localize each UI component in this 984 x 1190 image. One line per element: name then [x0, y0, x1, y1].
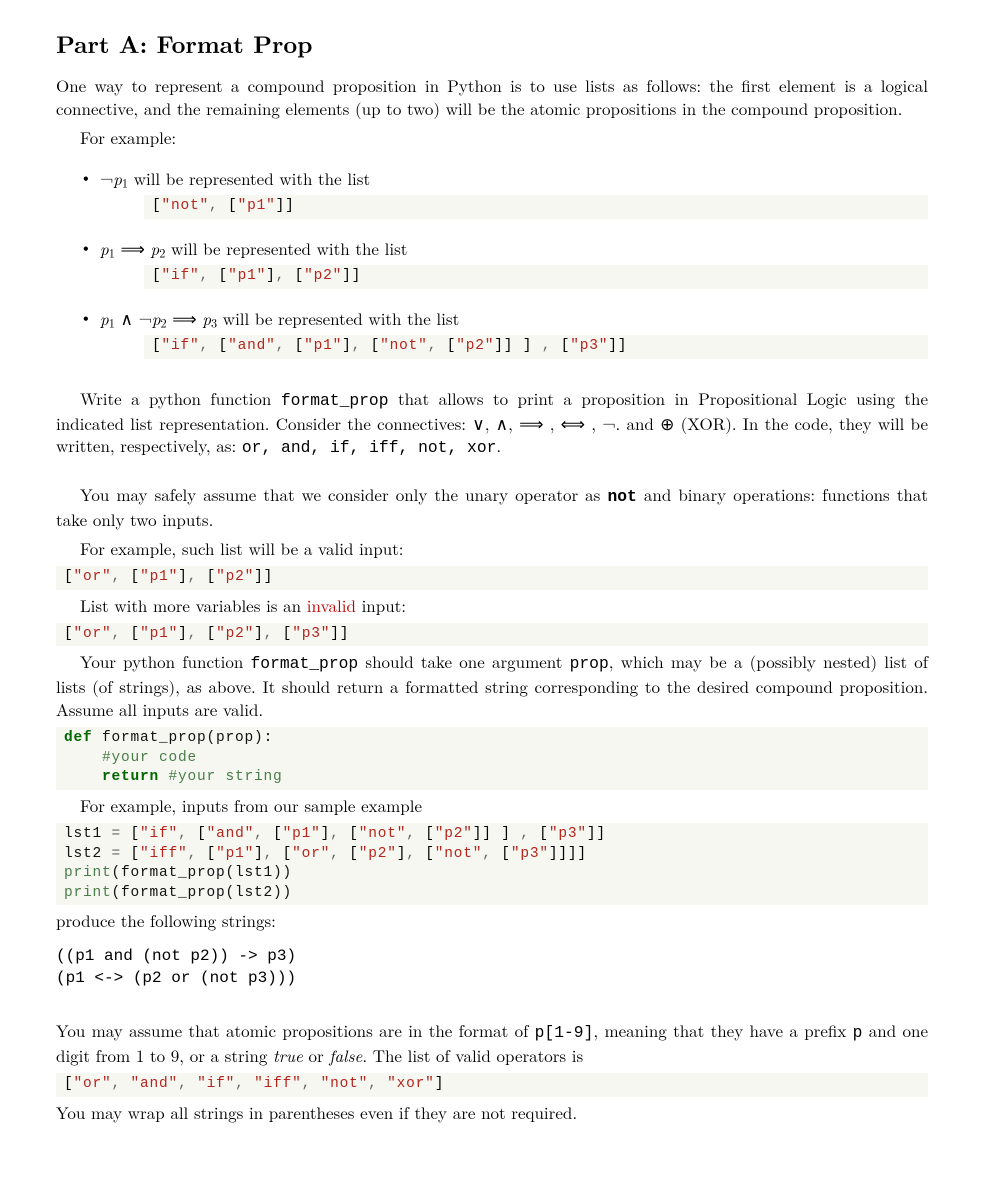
sample-example-label: For example, inputs from our sample exam… [56, 794, 928, 817]
code-block: ["if", ["and", ["p1"], ["not", ["p2"]] ]… [144, 335, 928, 359]
code-block-sample: lst1 = ["if", ["and", ["p1"], ["not", ["… [56, 823, 928, 905]
text-fragment: . The list of valid operators is [362, 1043, 583, 1067]
atomic-format-paragraph: You may assume that atomic propositions … [56, 1019, 928, 1067]
keyword-not: not [607, 487, 636, 506]
argument-name: prop [570, 654, 609, 673]
code-block-operators: ["or", "and", "if", "iff", "not", "xor"] [56, 1073, 928, 1097]
text-fragment: You may assume that atomic propositions … [56, 1018, 535, 1042]
bullet-2-suffix: will be represented with the list [165, 236, 407, 260]
output-block: ((p1 and (not p2)) -> p3) (p1 <-> (p2 or… [56, 946, 928, 989]
math-expr-p1-implies-p2: p1 ⟹ p2 [100, 236, 165, 260]
valid-input-label: For example, such list will be a valid i… [56, 537, 928, 560]
text-fragment: . [496, 433, 501, 457]
text-fragment: You may safely assume that we consider o… [80, 482, 607, 506]
text-fragment: , meaning that they have a prefix [593, 1018, 852, 1042]
bullet-1-suffix: will be represented with the list [128, 166, 370, 190]
text-fragment: Write a python function [80, 386, 281, 410]
bullet-3-suffix: will be represented with the list [217, 306, 459, 330]
operator-list: or, and, if, iff, not, xor [242, 438, 497, 457]
text-fragment: should take one argument [358, 649, 569, 673]
for-example-label: For example: [56, 126, 928, 149]
example-list: ¬p1 will be represented with the list ["… [56, 167, 928, 358]
page-title: Part A: Format Prop [56, 28, 928, 60]
text-fragment: List with more variables is an [80, 593, 307, 617]
literal-false: false [329, 1043, 362, 1067]
text-fragment: Your python function [80, 649, 251, 673]
code-block: ["or", ["p1"], ["p2"], ["p3"]] [56, 623, 928, 647]
text-fragment: or [303, 1043, 330, 1067]
function-name: format_prop [281, 391, 389, 410]
function-name: format_prop [251, 654, 359, 673]
text-fragment: input: [356, 593, 406, 617]
literal-true: true [273, 1043, 303, 1067]
produce-line: produce the following strings: [56, 909, 928, 932]
wrap-note: You may wrap all strings in parentheses … [56, 1101, 928, 1124]
code-block: ["or", ["p1"], ["p2"]] [56, 566, 928, 590]
invalid-input-label: List with more variables is an invalid i… [56, 594, 928, 617]
atom-format: p[1-9] [535, 1023, 594, 1042]
math-expr-not-p1: ¬p1 [100, 166, 128, 190]
assumption-paragraph: You may safely assume that we consider o… [56, 483, 928, 531]
code-block: ["not", ["p1"]] [144, 195, 928, 219]
list-item: p1 ∧ ¬p2 ⟹ p3 will be represented with t… [56, 307, 928, 359]
list-item: p1 ⟹ p2 will be represented with the lis… [56, 237, 928, 289]
prefix-p: p [853, 1023, 863, 1042]
code-block-def: def format_prop(prop): #your code return… [56, 727, 928, 790]
invalid-word: invalid [307, 593, 356, 617]
write-function-paragraph: Write a python function format_prop that… [56, 387, 928, 460]
page: Part A: Format Prop One way to represent… [0, 0, 984, 1170]
function-description: Your python function format_prop should … [56, 650, 928, 721]
code-block: ["if", ["p1"], ["p2"]] [144, 265, 928, 289]
intro-paragraph: One way to represent a compound proposit… [56, 74, 928, 120]
math-expr-p1-and-not-p2-implies-p3: p1 ∧ ¬p2 ⟹ p3 [100, 306, 217, 330]
list-item: ¬p1 will be represented with the list ["… [56, 167, 928, 219]
